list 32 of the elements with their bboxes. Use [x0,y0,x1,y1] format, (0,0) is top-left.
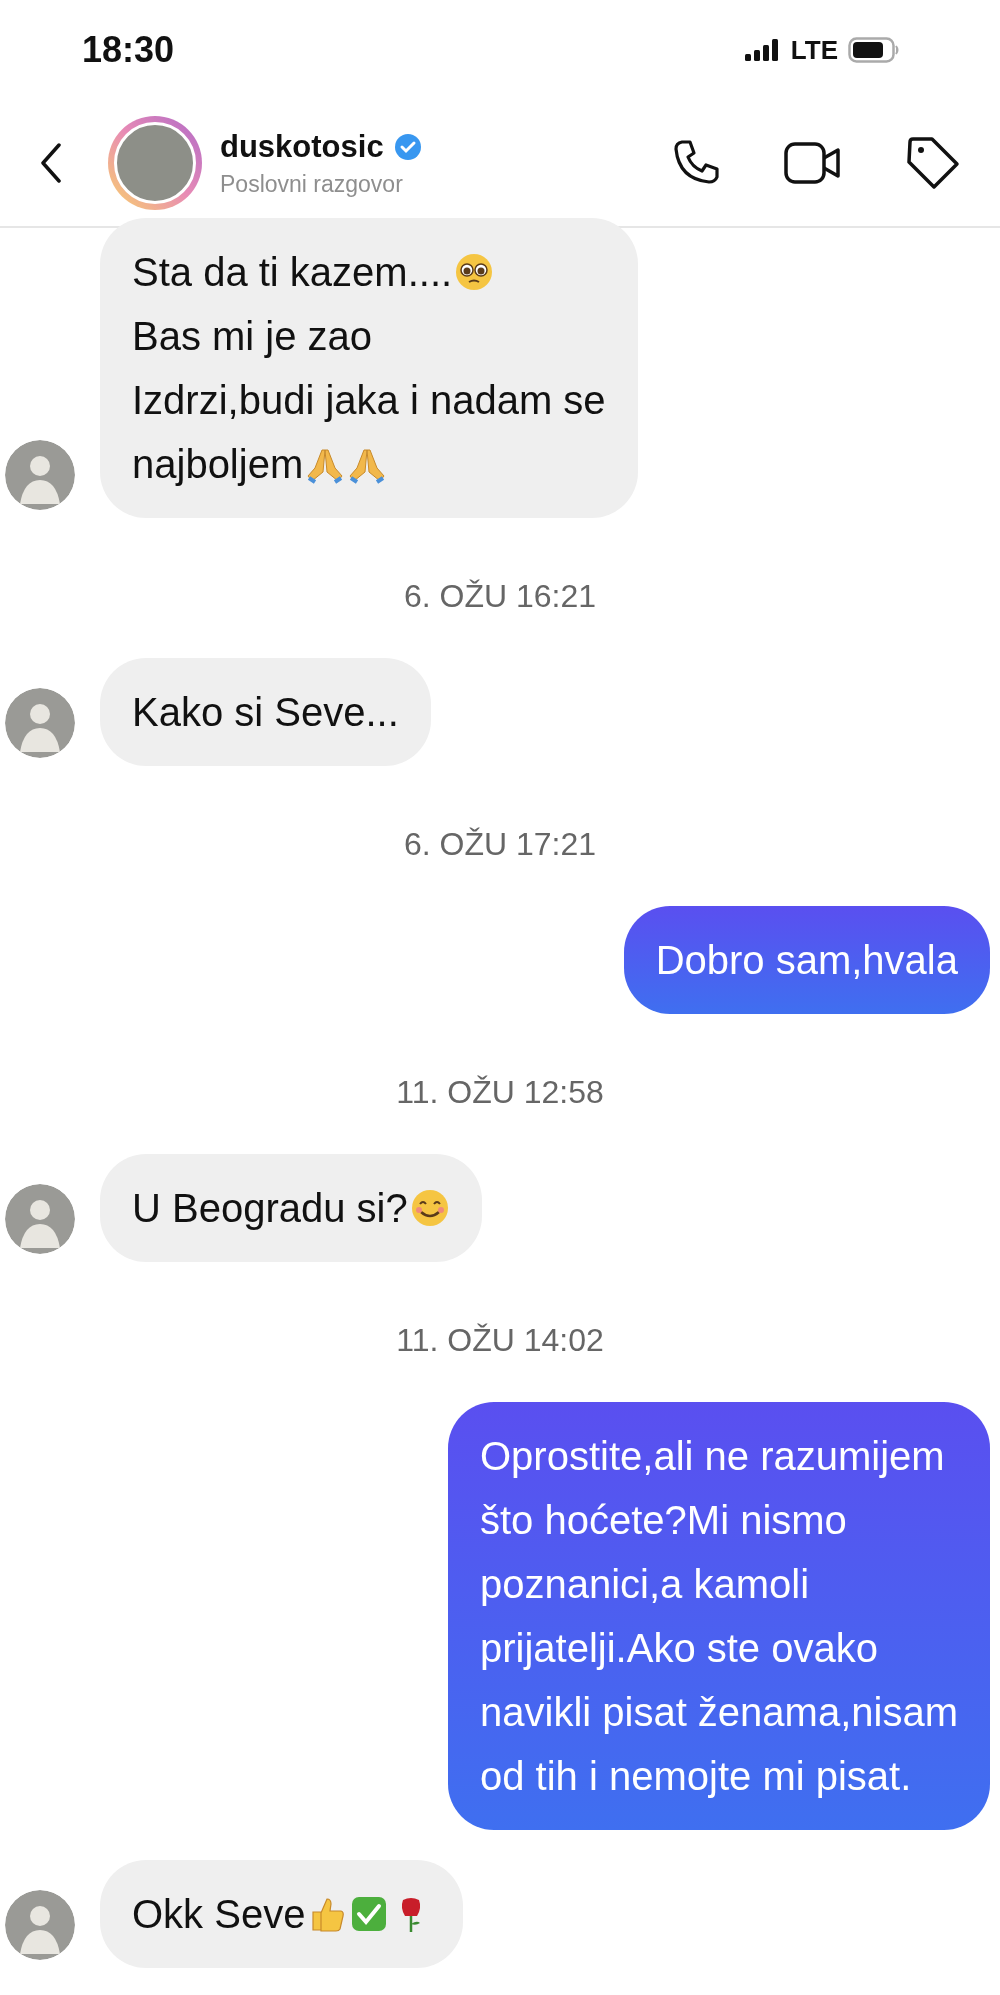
status-time: 18:30 [82,29,175,71]
pleading-face-icon [454,252,495,292]
sender-avatar [5,440,75,510]
conversation-label: Poslovni razgovor [220,170,404,198]
message-timestamp: 11. OŽU 14:02 [395,1321,605,1360]
battery-icon [848,37,900,63]
message-text: najboljem [132,441,304,488]
sender-avatar [5,1890,75,1960]
sender-avatar [5,1184,75,1254]
network-label: LTE [790,34,838,66]
signal-icon [744,39,781,61]
message-text: U Beogradu si? [132,1185,408,1232]
message-timestamp: 11. OŽU 12:58 [395,1073,605,1112]
message-text: Sta da ti kazem.... [132,249,453,296]
message-text: Izdrzi,budi jaka i nadam se [132,377,606,424]
message-text: prijatelji.Ako ste ovako [480,1625,878,1672]
message-text: od tih i nemojte mi pisat. [480,1753,912,1800]
sender-avatar [5,688,75,758]
message-text: poznanici,a kamoli [480,1561,810,1608]
message-text: Bas mi je zao [132,313,373,360]
smiling-face-icon [409,1188,450,1228]
message-timestamp: 6. OŽU 17:21 [402,825,598,864]
message-text: navikli pisat ženama,nisam [480,1689,958,1736]
tag-icon[interactable] [906,136,960,190]
message-timestamp: 6. OŽU 16:21 [402,577,598,616]
message-text: Okk Seve [132,1891,306,1938]
message-text: što hoćete?Mi nismo [480,1497,847,1544]
message-text: Kako si Seve... [132,689,399,736]
back-icon[interactable] [40,143,62,183]
message-text: Dobro sam,hvala [655,937,958,984]
contact-name[interactable]: duskotosic [220,128,384,165]
message-text: Oprostite,ali ne razumijem [480,1433,945,1480]
